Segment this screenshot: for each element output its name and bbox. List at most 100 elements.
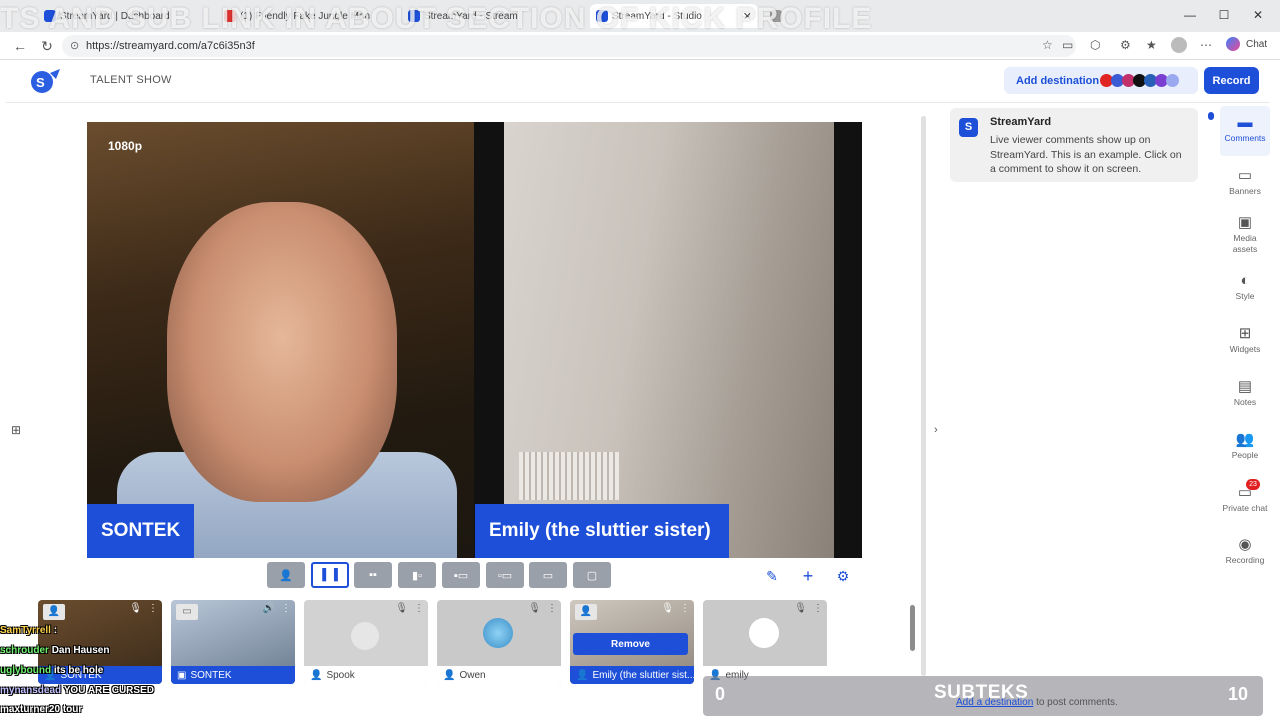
layout-solo-button[interactable]: 👤 bbox=[267, 562, 305, 588]
widgets-icon: ⊞ bbox=[1238, 325, 1252, 342]
speaker-icon[interactable]: 🔊 bbox=[263, 603, 275, 614]
post-comments-hint: Add a destination to post comments. bbox=[956, 697, 1118, 708]
comment-author: StreamYard bbox=[990, 116, 1052, 128]
participants-scrollbar[interactable] bbox=[910, 605, 915, 651]
settings-gear-icon[interactable]: ⚙ bbox=[833, 566, 853, 586]
add-destination-link[interactable]: Add a destination bbox=[956, 697, 1033, 708]
chat-user: maxturner20 bbox=[0, 704, 61, 715]
camera-icon[interactable]: ▭ bbox=[1062, 38, 1073, 52]
sidebar-item-style[interactable]: ◐ Style bbox=[1222, 271, 1268, 301]
sidebar-item-widgets[interactable]: ⊞ Widgets bbox=[1222, 324, 1268, 354]
chat-button[interactable]: Chat bbox=[1246, 39, 1267, 50]
stage-name-tag-right: Emily (the sluttier sister) bbox=[475, 504, 729, 558]
layout-pip-button[interactable]: ▪▭ bbox=[442, 562, 480, 588]
participant-name: Spook bbox=[326, 669, 355, 681]
sidebar-item-notes[interactable]: ▤ Notes bbox=[1222, 377, 1268, 407]
camera-feed-emily bbox=[474, 122, 862, 558]
sidebar-item-private-chat[interactable]: ▭ Private chat bbox=[1222, 483, 1268, 513]
people-icon: 👥 bbox=[1235, 431, 1255, 448]
participant-tile[interactable]: 🎙 ⋮ 👤 Spook bbox=[304, 600, 428, 684]
camera-face-shape bbox=[167, 202, 397, 502]
sidebar-item-media-assets[interactable]: ▣ Media assets bbox=[1222, 213, 1268, 255]
screen-share-icon: ▣ bbox=[177, 669, 187, 681]
fullscreen-layout-icon: ▭ bbox=[542, 569, 554, 582]
on-stage-icon[interactable]: 👤 bbox=[575, 604, 597, 620]
layout-panel-icon[interactable]: ⊞ bbox=[11, 423, 21, 437]
participant-tile[interactable]: 🎙 ⋮ 👤 Owen bbox=[437, 600, 561, 684]
layout-group-button[interactable]: ▪▪ bbox=[354, 562, 392, 588]
chat-user: mynansdead bbox=[0, 685, 62, 696]
add-plus-icon[interactable]: + bbox=[798, 566, 818, 586]
more-options-icon[interactable]: ⋮ bbox=[547, 603, 557, 614]
sidebar-item-recording[interactable]: ◉ Recording bbox=[1222, 535, 1268, 565]
maximize-icon[interactable]: ☐ bbox=[1214, 8, 1234, 22]
mic-icon[interactable]: 🎙 bbox=[794, 603, 807, 614]
copilot-icon[interactable] bbox=[1226, 37, 1240, 51]
layout-fullscreen-button[interactable]: ▭ bbox=[529, 562, 567, 588]
on-stage-icon[interactable]: ▭ bbox=[176, 604, 198, 620]
sidebar-layout-icon: ▫▭ bbox=[497, 569, 513, 582]
more-options-icon[interactable]: ⋮ bbox=[680, 603, 690, 614]
person-icon: 👤 bbox=[576, 669, 589, 681]
banner-icon: ▭ bbox=[1237, 167, 1253, 184]
more-options-icon[interactable]: ⋮ bbox=[148, 603, 158, 614]
chat-message: tour bbox=[62, 704, 83, 715]
minimize-icon[interactable]: — bbox=[1180, 8, 1200, 22]
chat-overlay-line: maxturner20 tour bbox=[0, 704, 82, 715]
record-button[interactable]: Record bbox=[1204, 67, 1259, 94]
expand-panel-icon[interactable]: › bbox=[934, 424, 938, 436]
stage-scrollbar-track[interactable] bbox=[921, 116, 926, 676]
participant-name: Emily (the sluttier sist... bbox=[592, 669, 694, 681]
panel-scroll-arrow[interactable] bbox=[1208, 112, 1214, 120]
avatar bbox=[483, 618, 513, 648]
leader-layout-icon: ▮▫ bbox=[412, 569, 422, 582]
mic-icon[interactable]: 🎙 bbox=[528, 603, 541, 614]
favorites-icon[interactable]: ★ bbox=[1146, 38, 1157, 52]
reload-icon[interactable]: ↻ bbox=[38, 38, 56, 55]
layout-split-button[interactable]: ▌▐ bbox=[311, 562, 349, 588]
more-options-icon[interactable]: ⋮ bbox=[813, 603, 823, 614]
solo-layout-icon: 👤 bbox=[279, 569, 293, 582]
more-destinations-icon bbox=[1166, 74, 1179, 87]
chat-message: YOU ARE CURSED bbox=[63, 685, 154, 696]
streamyard-comment-icon: S bbox=[959, 118, 978, 137]
mic-icon[interactable]: 🎙 bbox=[129, 603, 142, 614]
performance-icon[interactable]: ⚙ bbox=[1120, 38, 1131, 52]
split-layout-icon: ▌▐ bbox=[322, 569, 338, 581]
person-icon: 👤 bbox=[310, 669, 323, 681]
remove-from-stage-button[interactable]: Remove bbox=[573, 633, 688, 655]
more-options-icon[interactable]: ⋮ bbox=[414, 603, 424, 614]
chat-message: its be hole bbox=[53, 665, 104, 676]
layout-sidebar-button[interactable]: ▫▭ bbox=[486, 562, 524, 588]
chat-message: Dan Hausen bbox=[51, 645, 110, 656]
profile-avatar[interactable] bbox=[1171, 37, 1187, 53]
chat-user: SamTyrrell bbox=[0, 625, 51, 636]
sidebar-item-comments[interactable]: ▬ Comments bbox=[1222, 113, 1268, 143]
group-layout-icon: ▪▪ bbox=[369, 569, 377, 581]
sidebar-item-people[interactable]: 👥 People bbox=[1222, 430, 1268, 460]
broadcast-title[interactable]: TALENT SHOW bbox=[90, 74, 172, 86]
favorite-star-icon[interactable]: ☆ bbox=[1042, 38, 1053, 52]
back-icon[interactable]: ← bbox=[11, 38, 29, 54]
site-info-icon[interactable]: ⊙ bbox=[70, 39, 79, 52]
more-options-icon[interactable]: ⋮ bbox=[281, 603, 291, 614]
close-window-icon[interactable]: ✕ bbox=[1248, 8, 1268, 22]
media-icon: ▣ bbox=[1237, 214, 1253, 231]
participant-tile[interactable]: 🎙 ⋮ 👤 emily bbox=[703, 600, 827, 684]
more-icon[interactable]: ⋯ bbox=[1200, 38, 1212, 52]
extension-icon[interactable]: ⬡ bbox=[1090, 38, 1100, 52]
layout-blank-button[interactable]: ▢ bbox=[573, 562, 611, 588]
sidebar-item-banners[interactable]: ▭ Banners bbox=[1222, 166, 1268, 196]
stage-name-tag-left: SONTEK bbox=[87, 504, 195, 558]
streamyard-logo[interactable]: S bbox=[26, 67, 62, 95]
on-stage-icon[interactable]: 👤 bbox=[43, 604, 65, 620]
mic-icon[interactable]: 🎙 bbox=[661, 603, 674, 614]
layout-leader-button[interactable]: ▮▫ bbox=[398, 562, 436, 588]
participant-tile[interactable]: ▭ 🔊 ⋮ ▣ SONTEK bbox=[171, 600, 295, 684]
chat-overlay-line: uglybound its be hole bbox=[0, 665, 103, 676]
edit-pencil-icon[interactable]: ✎ bbox=[762, 566, 782, 586]
comment-text: Live viewer comments show up on StreamYa… bbox=[990, 134, 1182, 175]
blank-layout-icon: ▢ bbox=[586, 569, 598, 582]
mic-icon[interactable]: 🎙 bbox=[395, 603, 408, 614]
private-chat-badge: 23 bbox=[1246, 479, 1260, 490]
